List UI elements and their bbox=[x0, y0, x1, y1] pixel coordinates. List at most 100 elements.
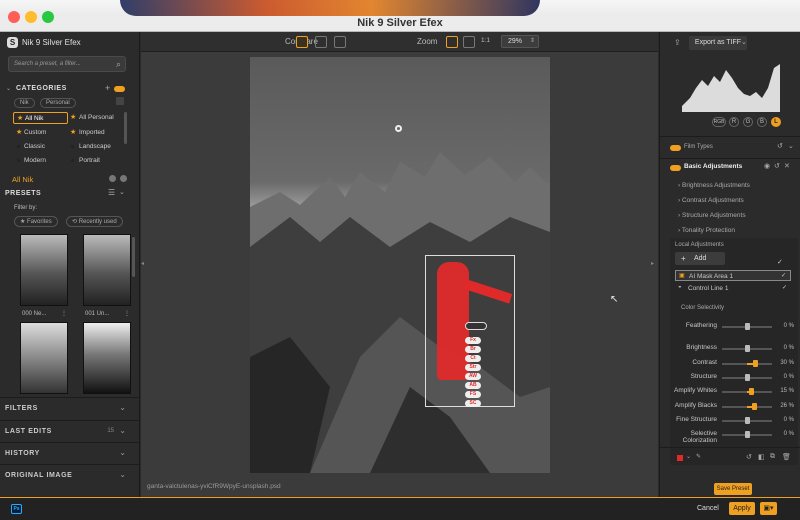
last-edits-section[interactable]: LAST EDITS 15 ⌄ bbox=[0, 420, 139, 442]
category-custom[interactable]: ★ Custom bbox=[13, 127, 68, 139]
recently-used-filter-button[interactable]: ⟲ Recently used bbox=[66, 216, 123, 227]
apply-options-button[interactable]: ▣▾ bbox=[760, 502, 777, 515]
mask-visibility-icon[interactable] bbox=[465, 322, 487, 330]
chevron-down-icon[interactable]: ⌄ bbox=[788, 142, 794, 150]
zoom-select[interactable]: 29% ⇕ bbox=[501, 35, 539, 48]
category-all-nik[interactable]: ★ All Nik bbox=[13, 112, 68, 124]
duplicate-icon[interactable]: ⧉ bbox=[770, 453, 775, 461]
category-classic[interactable]: Classic bbox=[13, 141, 68, 153]
compare-icon[interactable]: ◧ bbox=[758, 453, 765, 461]
film-types-toggle[interactable] bbox=[670, 145, 681, 151]
category-imported[interactable]: ★ Imported bbox=[70, 127, 125, 139]
chip-nik[interactable]: Nik bbox=[14, 98, 35, 108]
save-preset-button[interactable]: Save Preset bbox=[714, 483, 752, 495]
histogram-g-button[interactable]: G bbox=[743, 117, 753, 127]
reset-icon[interactable]: ↺ bbox=[746, 453, 752, 461]
tonality-protection-link[interactable]: › Tonality Protection bbox=[678, 227, 735, 234]
category-modern[interactable]: Modern bbox=[13, 155, 68, 167]
brightness-adjustments-link[interactable]: › Brightness Adjustments bbox=[678, 182, 750, 189]
mask-color-swatch[interactable] bbox=[677, 455, 683, 461]
export-button[interactable]: Export as TIFF bbox=[689, 36, 747, 50]
mask-tag[interactable]: AW bbox=[465, 373, 481, 380]
control-point-handle[interactable] bbox=[395, 125, 402, 132]
photo-preview[interactable]: Fx Br Ct Str AW AB FS SC bbox=[250, 57, 550, 473]
histogram-rgb-button[interactable]: RGB bbox=[712, 117, 726, 127]
share-icon[interactable]: ⇪ bbox=[674, 38, 681, 47]
original-image-section[interactable]: ORIGINAL IMAGE ⌄ bbox=[0, 464, 139, 486]
categories-toggle[interactable] bbox=[114, 86, 125, 92]
check-icon[interactable]: ✓ bbox=[777, 258, 783, 266]
presets-scrollbar[interactable] bbox=[132, 237, 135, 277]
chevron-down-icon[interactable]: ⌄ bbox=[6, 85, 11, 92]
mask-item-ai-mask-area-1[interactable]: ▣ AI Mask Area 1 ✓ bbox=[675, 270, 791, 281]
histogram-b-button[interactable]: B bbox=[757, 117, 767, 127]
category-all-personal[interactable]: ★ All Personal bbox=[70, 112, 125, 124]
mask-item-control-line-1[interactable]: ◒ Control Line 1 ✓ bbox=[675, 283, 791, 294]
category-landscape[interactable]: Landscape bbox=[70, 141, 125, 153]
categories-scrollbar[interactable] bbox=[124, 112, 127, 144]
cancel-button[interactable]: Cancel bbox=[697, 505, 719, 512]
slider-knob[interactable] bbox=[752, 360, 758, 367]
chip-more-button[interactable] bbox=[116, 97, 124, 105]
reset-icon[interactable]: ↺ bbox=[777, 142, 783, 150]
preset-thumbnail[interactable] bbox=[83, 322, 131, 394]
histogram-r-button[interactable]: R bbox=[729, 117, 739, 127]
trash-icon[interactable]: 🗑 bbox=[782, 453, 791, 461]
compare-original-button[interactable] bbox=[334, 36, 346, 48]
histogram-l-button[interactable]: L bbox=[771, 117, 781, 127]
slider-knob[interactable] bbox=[745, 431, 750, 438]
star-icon: ★ bbox=[70, 129, 77, 136]
collapse-right-panel-icon[interactable]: ▸ bbox=[651, 260, 654, 267]
mask-tag[interactable]: Str bbox=[465, 364, 481, 371]
brush-icon[interactable]: ✎ bbox=[696, 453, 701, 460]
structure-adjustments-link[interactable]: › Structure Adjustments bbox=[678, 212, 746, 219]
preset-menu-icon[interactable]: ⋮ bbox=[61, 310, 67, 317]
mask-tag[interactable]: Fx bbox=[465, 337, 481, 344]
reset-icon[interactable]: ↺ bbox=[774, 162, 780, 170]
list-view-icon[interactable]: ☰ bbox=[108, 188, 115, 197]
slider-knob[interactable] bbox=[751, 403, 757, 410]
preset-menu-icon[interactable]: ⋮ bbox=[124, 310, 130, 317]
apply-button[interactable]: Apply bbox=[729, 502, 755, 515]
chevron-down-icon[interactable]: ⌄ bbox=[686, 453, 691, 460]
chevron-down-icon[interactable]: ⌄ bbox=[741, 38, 747, 46]
category-portrait[interactable]: Portrait bbox=[70, 155, 125, 167]
slider-row: Contrast 30 % bbox=[660, 359, 800, 371]
search-input[interactable]: Search a preset, a filter... ⌕ bbox=[8, 56, 126, 72]
history-section[interactable]: HISTORY ⌄ bbox=[0, 442, 139, 464]
mask-tag[interactable]: SC bbox=[465, 400, 481, 407]
mask-tag[interactable]: Ct bbox=[465, 355, 481, 362]
check-icon[interactable]: ✓ bbox=[781, 272, 786, 279]
favorites-filter-button[interactable]: ★ Favorites bbox=[14, 216, 58, 227]
contrast-adjustments-link[interactable]: › Contrast Adjustments bbox=[678, 197, 744, 204]
slider-knob[interactable] bbox=[748, 388, 754, 395]
eye-icon[interactable]: ◉ bbox=[764, 162, 770, 170]
zoom-ratio-button[interactable]: 1:1 bbox=[481, 37, 490, 44]
add-local-adjustment-button[interactable]: + Add bbox=[675, 252, 725, 265]
filters-section[interactable]: FILTERS ⌄ bbox=[0, 397, 139, 419]
slider-knob[interactable] bbox=[745, 374, 750, 381]
remove-category-button[interactable] bbox=[109, 175, 116, 182]
check-icon[interactable]: ✓ bbox=[782, 284, 787, 291]
add-category-button[interactable]: + bbox=[105, 83, 110, 93]
zoom-fit-button[interactable] bbox=[446, 36, 458, 48]
chevron-down-icon[interactable]: ⌄ bbox=[119, 188, 125, 196]
mask-tag[interactable]: AB bbox=[465, 382, 481, 389]
preset-thumbnail[interactable] bbox=[20, 234, 68, 306]
zoom-fill-button[interactable] bbox=[463, 36, 475, 48]
add-preset-button[interactable] bbox=[120, 175, 127, 182]
slider-knob[interactable] bbox=[745, 323, 750, 330]
mask-tag[interactable]: FS bbox=[465, 391, 481, 398]
chip-personal[interactable]: Personal bbox=[40, 98, 76, 108]
preset-thumbnail[interactable] bbox=[20, 322, 68, 394]
collapse-left-panel-icon[interactable]: ◂ bbox=[141, 260, 144, 267]
mask-tag[interactable]: Br bbox=[465, 346, 481, 353]
slider-knob[interactable] bbox=[745, 345, 750, 352]
title-bar: Nik 9 Silver Efex bbox=[0, 0, 800, 32]
close-icon[interactable]: ✕ bbox=[784, 162, 790, 170]
basic-adjustments-toggle[interactable] bbox=[670, 165, 681, 171]
preset-thumbnail[interactable] bbox=[83, 234, 131, 306]
compare-side-button[interactable] bbox=[315, 36, 327, 48]
slider-knob[interactable] bbox=[745, 417, 750, 424]
compare-split-button[interactable] bbox=[296, 36, 308, 48]
